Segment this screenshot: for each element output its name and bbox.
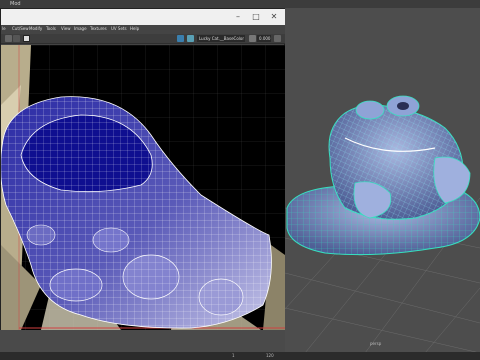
maximize-icon[interactable]: □ xyxy=(251,12,261,22)
main-menu-item[interactable]: Mod xyxy=(10,1,21,7)
uv-layout-svg xyxy=(1,45,285,330)
grid-icon[interactable] xyxy=(177,35,184,42)
uv-shell-icon[interactable] xyxy=(13,35,20,42)
uv-window-titlebar[interactable]: – □ ✕ xyxy=(1,9,285,25)
checker-icon[interactable] xyxy=(23,35,30,42)
viewport-canvas: persp xyxy=(285,95,480,353)
uv-menu-bar: le Cut/Sew Modify Tools View Image Textu… xyxy=(1,25,285,34)
3d-viewport[interactable]: persp xyxy=(285,8,480,353)
frame-end: 120 xyxy=(266,353,274,358)
uv-shell-icon[interactable] xyxy=(5,35,12,42)
menu-item[interactable]: Textures xyxy=(90,26,107,31)
slider-icon[interactable] xyxy=(249,35,256,42)
exposure-field[interactable]: 0.000 xyxy=(257,35,271,42)
main-title-bar: Mod xyxy=(0,0,480,8)
texture-select-field[interactable]: Lucky Cat.__BaseColor xyxy=(197,35,245,42)
menu-item[interactable]: le xyxy=(2,26,6,31)
menu-item[interactable]: Modify xyxy=(29,26,42,31)
texture-icon[interactable] xyxy=(187,35,194,42)
timeline-bar[interactable]: 1 120 xyxy=(0,352,480,360)
maya-app: Mod persp – □ ✕ le Cut/Sew Modify Tools … xyxy=(0,0,480,360)
menu-item[interactable]: Help xyxy=(130,26,139,31)
menu-item[interactable]: Cut/Sew xyxy=(12,26,29,31)
frame-start: 1 xyxy=(232,353,235,358)
menu-item[interactable]: View xyxy=(61,26,71,31)
uv-canvas[interactable] xyxy=(1,45,285,330)
camera-label: persp xyxy=(370,341,382,346)
close-icon[interactable]: ✕ xyxy=(269,12,279,22)
slider-icon[interactable] xyxy=(274,35,281,42)
uv-editor-window[interactable]: – □ ✕ le Cut/Sew Modify Tools View Image… xyxy=(0,8,285,330)
menu-item[interactable]: Tools xyxy=(46,26,56,31)
menu-item[interactable]: UV Sets xyxy=(111,26,127,31)
uv-toolbar: Lucky Cat.__BaseColor 0.000 xyxy=(1,34,285,44)
menu-item[interactable]: Image xyxy=(74,26,87,31)
frog-eye-left xyxy=(355,100,385,120)
minimize-icon[interactable]: – xyxy=(233,12,243,22)
